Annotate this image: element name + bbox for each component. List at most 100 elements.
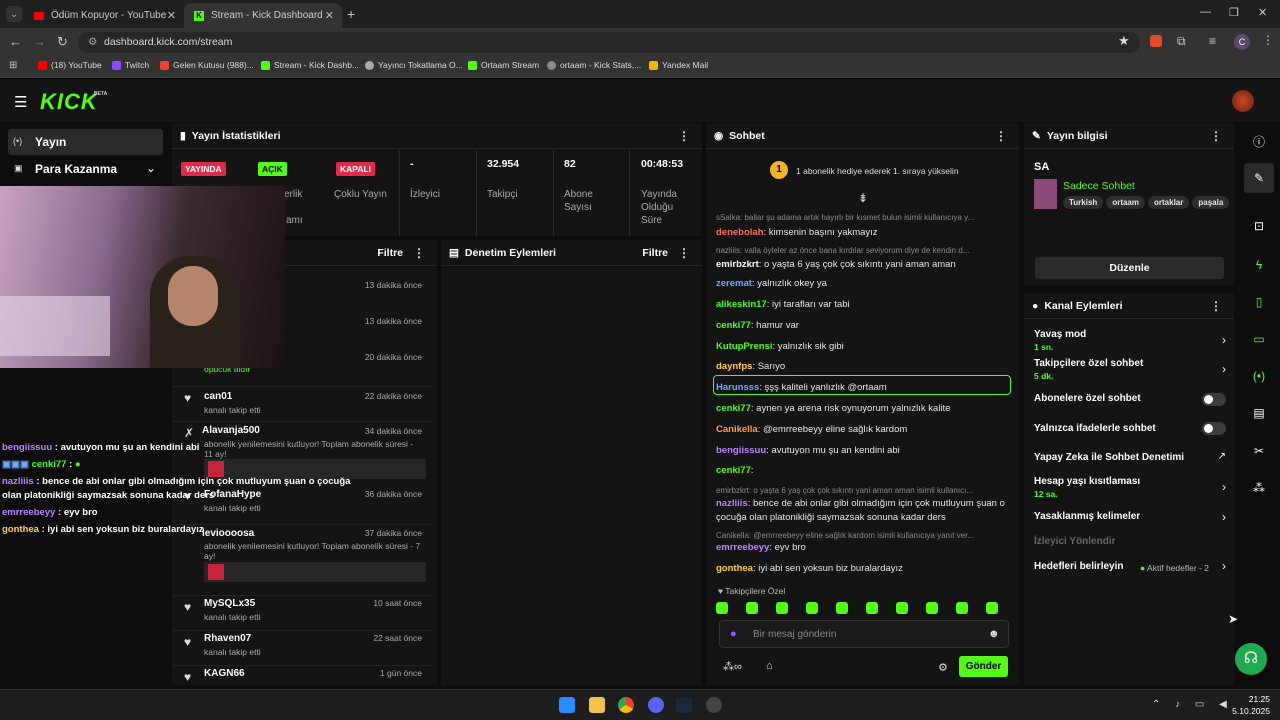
bookmark[interactable]: Twitch <box>112 60 149 70</box>
chat-message[interactable]: Harunsss: şşş kaliteli yanlızlık @ortaam <box>716 382 1006 394</box>
emote-only-toggle[interactable] <box>1202 422 1226 435</box>
account-age-row[interactable]: Hesap yaşı kısıtlaması 12 sa. <box>1034 476 1229 499</box>
emote-icon[interactable] <box>806 602 818 614</box>
bookmark[interactable]: (18) YouTube <box>38 60 102 70</box>
category-name[interactable]: Sadece Sohbet <box>1063 180 1135 192</box>
closed-badge[interactable]: KAPALI <box>336 162 376 176</box>
chat-message[interactable]: çocuğa olan platonikliği saymazsak sonun… <box>716 512 1006 524</box>
points-icon[interactable]: ⁂∞ <box>723 660 742 673</box>
chat-message[interactable]: Canikella: @emrreebeyy eline sağlık kard… <box>716 424 1006 436</box>
chat-message[interactable]: KutupPrensi: yalnızlık sik gibi <box>716 341 1006 353</box>
chat-message[interactable]: zeremat: yalnızlık okey ya <box>716 278 1006 290</box>
tab-kick[interactable]: K Stream - Kick Dashboard ✕ <box>184 3 342 28</box>
emote-icon[interactable] <box>986 602 998 614</box>
bookmark[interactable]: ortaam - Kick Stats,... <box>547 60 641 70</box>
lightning-icon[interactable]: ϟ <box>1244 250 1274 280</box>
user-avatar[interactable] <box>1232 90 1254 112</box>
filter-button[interactable]: Filtre <box>642 247 668 259</box>
tab-search-icon[interactable]: ⌄ <box>6 6 22 22</box>
wrench-icon[interactable]: ✂ <box>1244 436 1274 466</box>
chat-reply-context[interactable]: emirbzkrt: o yaşta 6 yaş çok çok sıkıntı… <box>716 485 1006 497</box>
chat-message[interactable]: daynfps: Sarıyo <box>716 361 1006 373</box>
store-icon[interactable]: ⌂ <box>766 660 773 672</box>
apps-grid-icon[interactable]: ⊞ <box>9 60 17 71</box>
chat-message[interactable]: nazliiis: bence de abi onlar gibi olmadı… <box>716 498 1006 510</box>
file-explorer-icon[interactable] <box>589 697 605 713</box>
broadcast-rail-icon[interactable]: (•) <box>1244 361 1274 391</box>
document-icon[interactable]: ▯ <box>1244 287 1274 317</box>
emote-icon[interactable] <box>716 602 728 614</box>
expand-icon[interactable]: ⇟ <box>858 191 868 205</box>
hamburger-icon[interactable]: ☰ <box>14 93 27 111</box>
bookmark[interactable]: Ortaam Stream <box>468 60 539 70</box>
subscribers-only-toggle[interactable] <box>1202 393 1226 406</box>
steam-icon[interactable] <box>676 697 692 713</box>
emote-icon[interactable] <box>746 602 758 614</box>
new-tab-icon[interactable]: + <box>347 6 355 22</box>
emote-icon[interactable] <box>896 602 908 614</box>
more-icon[interactable]: ⋮ <box>1210 299 1222 313</box>
chat-message[interactable]: emrreebeyy: eyv bro <box>716 542 1006 554</box>
settings-gear-icon[interactable]: ⚙ <box>938 661 948 674</box>
forward-icon[interactable]: → <box>33 34 46 49</box>
bookmark[interactable]: Yandex Mail <box>649 60 708 70</box>
info-icon[interactable]: ⓘ <box>1244 126 1274 156</box>
chat-reply-context[interactable]: nazliiis: valla öyleler az önce bana kır… <box>716 245 1006 257</box>
emote-icon[interactable] <box>776 602 788 614</box>
slow-mode-row[interactable]: Yavaş mod 1 sn. <box>1034 329 1229 352</box>
send-button[interactable]: Gönder <box>959 656 1008 677</box>
emote-icon[interactable] <box>836 602 848 614</box>
chat-message[interactable]: denebolah: kimsenin başını yakmayız <box>716 227 1006 239</box>
chat-reply-context[interactable]: Canikella: @emrreebeyy eline sağlık kard… <box>716 530 1006 542</box>
banned-words-row[interactable]: Yasaklanmış kelimeler <box>1034 511 1229 522</box>
discord-icon[interactable] <box>648 697 664 713</box>
close-icon[interactable]: ✕ <box>167 9 176 22</box>
more-icon[interactable]: ⋮ <box>413 246 425 260</box>
back-icon[interactable]: ← <box>9 34 22 49</box>
layout-icon[interactable]: ▤ <box>1244 398 1274 428</box>
more-icon[interactable]: ⋮ <box>995 129 1007 143</box>
menu-icon[interactable]: ⋮ <box>1262 33 1274 47</box>
edit-button[interactable]: Düzenle <box>1035 257 1224 279</box>
extension-icon[interactable] <box>1150 35 1162 47</box>
screenshot-icon[interactable]: ⊡ <box>1244 211 1274 241</box>
kick-logo[interactable]: KICK <box>40 89 98 115</box>
tag[interactable]: paşala <box>1192 196 1230 209</box>
media-icon[interactable]: ≡ <box>1209 34 1216 48</box>
chat-message[interactable]: cenki77: <box>716 465 1006 477</box>
open-badge[interactable]: AÇIK <box>258 162 287 176</box>
obs-icon[interactable] <box>706 697 722 713</box>
window-close-icon[interactable]: ✕ <box>1258 6 1267 19</box>
mic-icon[interactable]: ● <box>730 628 737 640</box>
extensions-puzzle-icon[interactable]: ⧉ <box>1177 34 1186 49</box>
bookmark[interactable]: Gelen Kutusu (988)... <box>160 60 254 70</box>
more-icon[interactable]: ⋮ <box>678 246 690 260</box>
tag[interactable]: ortaklar <box>1148 196 1190 209</box>
bookmark[interactable]: Stream - Kick Dashb... <box>261 60 359 70</box>
more-icon[interactable]: ⋮ <box>678 129 690 143</box>
emoji-icon[interactable]: ☻ <box>988 628 1000 640</box>
chat-message[interactable]: gonthea: iyi abi sen yoksun biz buralard… <box>716 563 1006 575</box>
edit-icon[interactable]: ✎ <box>1244 163 1274 193</box>
chat-message[interactable]: cenki77: hamur var <box>716 320 1006 332</box>
chat-message[interactable]: emirbzkrt: o yaşta 6 yaş çok çok sıkıntı… <box>716 259 1006 271</box>
tag[interactable]: Turkish <box>1063 196 1104 209</box>
profile-avatar[interactable]: C <box>1234 34 1250 50</box>
reload-icon[interactable]: ↻ <box>57 34 68 50</box>
maximize-icon[interactable]: ❐ <box>1229 6 1239 19</box>
filter-button[interactable]: Filtre <box>377 247 403 259</box>
bookmark[interactable]: Yayıncı Tokatlama O... <box>365 60 463 70</box>
chat-icon[interactable]: ▭ <box>1244 324 1274 354</box>
tab-youtube[interactable]: Ödüm Kopuyor - YouTube ✕ <box>24 3 184 28</box>
followers-only-row[interactable]: Takipçilere özel sohbet 5 dk. <box>1034 358 1229 381</box>
close-icon[interactable]: ✕ <box>325 9 334 22</box>
chat-input[interactable]: ● Bir mesaj gönderin ☻ <box>719 620 1009 648</box>
tray-icons[interactable]: ⌃ ♪ ▭ ◀ <box>1152 699 1233 710</box>
chat-message[interactable]: alikeskin17: iyi tarafları var tabi <box>716 299 1006 311</box>
sidebar-item-yayin[interactable]: (•) Yayın <box>8 129 163 155</box>
apps-icon[interactable]: ⁂ <box>1244 473 1274 503</box>
pinned-gift-banner[interactable]: 1 abonelik hediye ederek 1. sıraya yükse… <box>796 166 959 176</box>
chat-message[interactable]: bengiissuu: avutuyon mu şu an kendini ab… <box>716 445 1006 457</box>
bookmark-star-icon[interactable]: ★ <box>1118 33 1130 49</box>
tag[interactable]: ortaam <box>1106 196 1145 209</box>
